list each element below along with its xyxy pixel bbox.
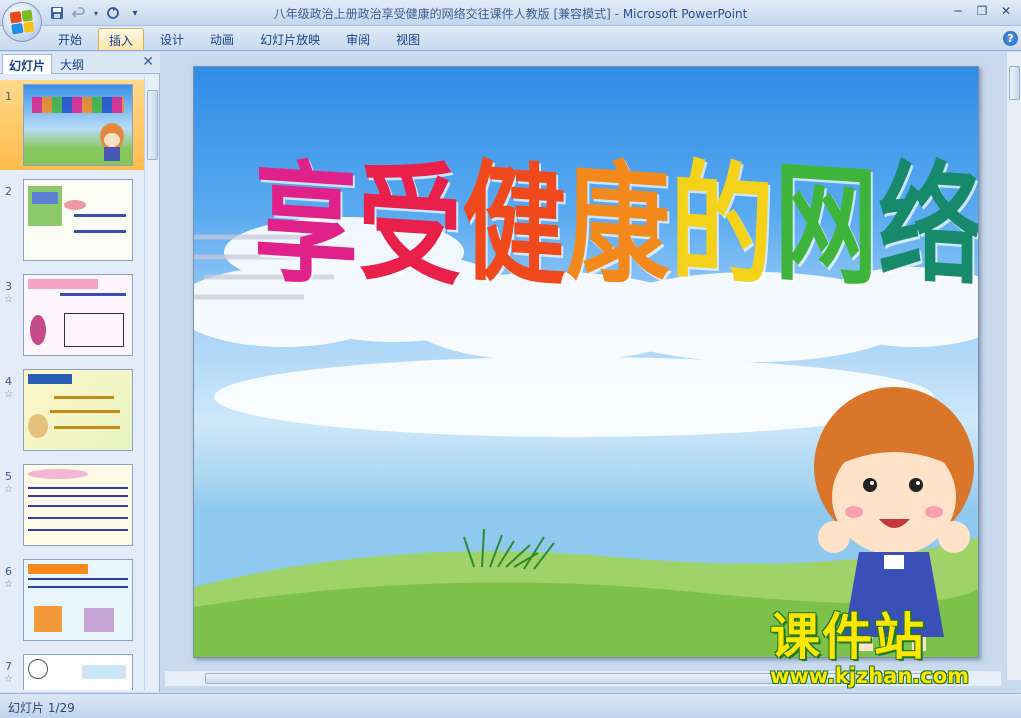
title-char: 康 xyxy=(566,145,671,305)
close-icon[interactable]: ✕ xyxy=(995,3,1017,21)
animation-icon: ☆ xyxy=(4,579,13,590)
thumbnail-preview xyxy=(23,464,133,546)
tab-view[interactable]: 视图 xyxy=(386,28,430,50)
scrollbar-thumb[interactable] xyxy=(1009,66,1020,100)
slide-canvas[interactable]: 享 受 健 康 的 网 络 交 往 xyxy=(193,66,979,658)
ribbon-tabs: 开始 插入 设计 动画 幻灯片放映 审阅 视图 xyxy=(48,28,436,50)
slide-thumbnail-3[interactable]: 3 ☆ xyxy=(0,270,144,360)
thumbnail-preview xyxy=(23,369,133,451)
office-logo-icon xyxy=(9,9,35,35)
animation-icon: ☆ xyxy=(4,484,13,495)
animation-icon: ☆ xyxy=(4,389,13,400)
title-char: 享 xyxy=(254,145,359,305)
panel-tabs: 幻灯片 大纲 ✕ xyxy=(0,52,160,74)
slide-thumbnail-4[interactable]: 4 ☆ xyxy=(0,365,144,455)
title-bar: ▾ ▾ 八年级政治上册政治享受健康的网络交往课件人教版 [兼容模式] - Mic… xyxy=(0,0,1021,26)
close-icon[interactable]: ✕ xyxy=(142,54,154,70)
minimize-icon[interactable]: ─ xyxy=(947,3,969,21)
tab-animations[interactable]: 动画 xyxy=(200,28,244,50)
ribbon: 开始 插入 设计 动画 幻灯片放映 审阅 视图 ? xyxy=(0,26,1021,51)
tab-slide-show[interactable]: 幻灯片放映 xyxy=(250,28,330,50)
watermark-url: www.kjzhan.com xyxy=(770,664,970,688)
slide-thumbnail-5[interactable]: 5 ☆ xyxy=(0,460,144,550)
title-char: 络 xyxy=(878,145,979,305)
title-char: 网 xyxy=(774,145,879,305)
animation-icon: ☆ xyxy=(4,294,13,305)
tab-home[interactable]: 开始 xyxy=(48,28,92,50)
site-watermark: 课件站 www.kjzhan.com xyxy=(770,612,1010,698)
thumbnail-preview xyxy=(23,179,133,261)
office-button[interactable] xyxy=(2,2,42,42)
thumbnail-preview xyxy=(23,559,133,641)
app-name: Microsoft PowerPoint xyxy=(622,7,748,21)
slide-title[interactable]: 享 受 健 康 的 网 络 交 往 xyxy=(254,145,978,305)
help-icon[interactable]: ? xyxy=(1003,31,1018,46)
tab-outline[interactable]: 大纲 xyxy=(54,54,90,74)
tab-slides[interactable]: 幻灯片 xyxy=(2,54,53,74)
thumbnail-preview xyxy=(23,274,133,356)
document-title: 八年级政治上册政治享受健康的网络交往课件人教版 [兼容模式] xyxy=(273,7,611,21)
slide-thumbnail-1[interactable]: 1 xyxy=(0,80,144,170)
watermark-logo-text: 课件站 xyxy=(770,608,926,666)
title-char: 受 xyxy=(358,145,463,305)
tab-review[interactable]: 审阅 xyxy=(336,28,380,50)
tab-design[interactable]: 设计 xyxy=(150,28,194,50)
title-char: 健 xyxy=(462,145,567,305)
tab-insert[interactable]: 插入 xyxy=(98,28,145,50)
slide-thumbnail-6[interactable]: 6 ☆ xyxy=(0,555,144,645)
thumbnails-scrollbar[interactable] xyxy=(144,76,159,690)
thumbnail-preview xyxy=(23,654,133,690)
window-title: 八年级政治上册政治享受健康的网络交往课件人教版 [兼容模式] - Microso… xyxy=(273,7,748,21)
animation-icon: ☆ xyxy=(4,674,13,685)
slide-thumbnails: 1 2 3 ☆ 4 ☆ 5 ☆ 6 ☆ 7 ☆ xyxy=(0,76,144,690)
slide-indicator: 幻灯片 1/29 xyxy=(8,701,75,715)
slide-thumbnail-2[interactable]: 2 xyxy=(0,175,144,265)
slide-thumbnail-7[interactable]: 7 ☆ xyxy=(0,650,144,690)
window-controls: ─ ❐ ✕ xyxy=(947,3,1017,21)
slides-panel: 幻灯片 大纲 ✕ 1 2 3 ☆ 4 ☆ 5 ☆ 6 ☆ 7 ☆ xyxy=(0,52,160,692)
slide-editor: 享 受 健 康 的 网 络 交 往 xyxy=(161,52,1021,692)
scrollbar-thumb[interactable] xyxy=(147,90,158,160)
slide-vertical-scrollbar[interactable] xyxy=(1006,52,1021,680)
restore-icon[interactable]: ❐ xyxy=(971,3,993,21)
thumbnail-preview xyxy=(23,84,133,166)
title-char: 的 xyxy=(670,145,775,305)
